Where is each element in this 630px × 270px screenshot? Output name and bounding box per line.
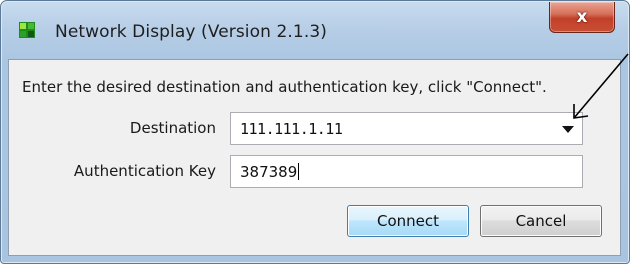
destination-value: 111.111.1.11	[240, 120, 343, 138]
cancel-button[interactable]: Cancel	[480, 205, 602, 237]
instruction-text: Enter the desired destination and authen…	[22, 78, 547, 96]
auth-key-label: Authentication Key	[73, 162, 216, 180]
destination-combobox[interactable]: 111.111.1.11	[230, 112, 583, 145]
destination-label: Destination	[129, 119, 216, 137]
close-button[interactable]: x	[549, 2, 615, 33]
auth-key-value: 387389	[240, 163, 298, 181]
title-bar[interactable]: Network Display (Version 2.1.3) x	[1, 1, 629, 51]
annotation-arrow-icon	[573, 53, 629, 119]
close-icon: x	[576, 7, 588, 27]
chevron-down-icon[interactable]	[562, 126, 574, 134]
network-display-app-icon	[19, 22, 35, 38]
text-caret	[298, 163, 300, 180]
window-title: Network Display (Version 2.1.3)	[55, 22, 327, 42]
connect-button[interactable]: Connect	[347, 205, 469, 237]
auth-key-input[interactable]: 387389	[230, 155, 583, 188]
